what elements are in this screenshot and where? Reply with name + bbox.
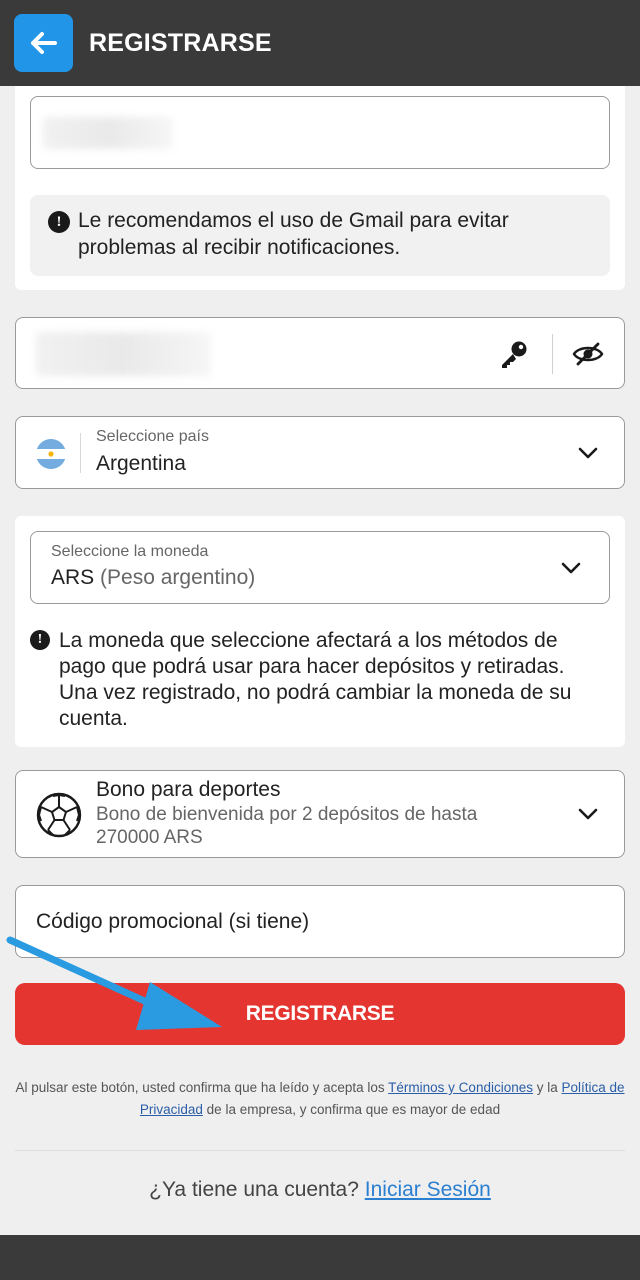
password-divider <box>552 334 553 374</box>
terms-link[interactable]: Términos y Condiciones <box>388 1080 533 1095</box>
gmail-info-line1: Le recomendamos el uso de Gmail para evi… <box>78 209 509 232</box>
footer-bar <box>0 1235 640 1280</box>
currency-code: ARS <box>51 566 95 589</box>
login-prompt: ¿Ya tiene una cuenta? Iniciar Sesión <box>0 1178 640 1202</box>
currency-info-line2: pago que podrá usar para hacer depósitos… <box>59 655 565 678</box>
arrow-left-icon <box>30 32 57 54</box>
info-icon: ! <box>48 211 70 233</box>
redacted-email <box>43 117 173 149</box>
page-title: REGISTRARSE <box>89 29 272 57</box>
legal-part3: de la empresa, y confirma que es mayor d… <box>202 1102 501 1117</box>
bonus-title: Bono para deportes <box>96 778 281 801</box>
currency-name: (Peso argentino) <box>100 566 256 589</box>
annotation-arrow-icon <box>6 936 222 1030</box>
currency-select[interactable]: Seleccione la moneda ARS (Peso argentino… <box>30 531 610 604</box>
redacted-password <box>36 332 211 376</box>
currency-label: Seleccione la moneda <box>51 543 209 560</box>
currency-info-line1: La moneda que seleccione afectará a los … <box>59 629 558 652</box>
legal-part1: Al pulsar este botón, usted confirma que… <box>15 1080 389 1095</box>
info-icon: ! <box>30 630 50 650</box>
soccer-ball-icon <box>36 792 82 838</box>
chevron-down-icon <box>561 562 581 574</box>
back-button[interactable] <box>14 14 73 72</box>
key-icon[interactable] <box>498 338 530 370</box>
country-value: Argentina <box>96 452 186 475</box>
bonus-desc-line1: Bono de bienvenida por 2 depósitos de ha… <box>96 804 478 825</box>
country-select[interactable]: Seleccione país Argentina <box>15 416 625 489</box>
top-bar: REGISTRARSE <box>0 0 640 86</box>
gmail-recommendation: ! Le recomendamos el uso de Gmail para e… <box>30 195 610 276</box>
currency-info-line4: cuenta. <box>59 707 128 730</box>
country-label: Seleccione país <box>96 428 209 445</box>
legal-text: Al pulsar este botón, usted confirma que… <box>14 1077 626 1121</box>
flag-divider <box>80 433 81 473</box>
login-link[interactable]: Iniciar Sesión <box>365 1178 491 1201</box>
gmail-info-line2: problemas al recibir notificaciones. <box>78 236 401 259</box>
eye-slash-icon[interactable] <box>572 342 604 366</box>
bonus-select[interactable]: Bono para deportes Bono de bienvenida po… <box>15 770 625 858</box>
currency-info-line3: Una vez registrado, no podrá cambiar la … <box>59 681 572 704</box>
argentina-flag-icon <box>36 439 66 469</box>
currency-value: ARS (Peso argentino) <box>51 566 255 590</box>
chevron-down-icon <box>578 808 598 820</box>
bonus-desc-line2: 270000 ARS <box>96 827 203 848</box>
password-field[interactable] <box>15 317 625 389</box>
divider <box>15 1150 625 1151</box>
login-prompt-text: ¿Ya tiene una cuenta? <box>149 1178 365 1201</box>
legal-part2: y la <box>532 1080 562 1095</box>
email-field[interactable] <box>30 96 610 169</box>
chevron-down-icon <box>578 447 598 459</box>
